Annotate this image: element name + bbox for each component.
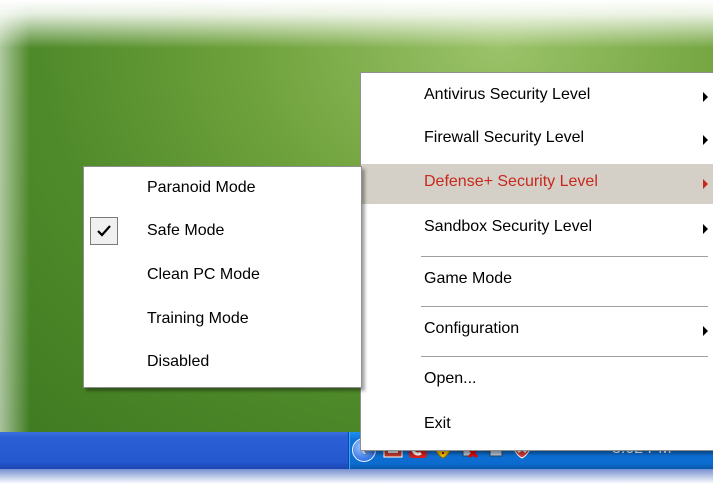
- submenu-item-label: Paranoid Mode: [147, 179, 256, 196]
- submenu-arrow-icon: [703, 92, 708, 102]
- defense-security-submenu: Paranoid Mode Safe Mode Clean PC Mode Tr…: [83, 166, 362, 388]
- submenu-arrow-icon: [703, 326, 708, 336]
- menu-item-label: Configuration: [424, 320, 520, 337]
- submenu-arrow-icon: [703, 224, 708, 234]
- menu-separator: [421, 356, 708, 358]
- menu-item-label: Open...: [424, 370, 477, 387]
- menu-item-label: Exit: [424, 415, 451, 432]
- menu-separator: [421, 256, 708, 258]
- submenu-item-training-mode[interactable]: Training Mode: [84, 301, 361, 341]
- menu-item-firewall-security-level[interactable]: Firewall Security Level: [361, 120, 713, 160]
- submenu-item-label: Training Mode: [147, 310, 249, 327]
- menu-item-open[interactable]: Open...: [361, 361, 713, 401]
- submenu-item-paranoid-mode[interactable]: Paranoid Mode: [84, 170, 361, 210]
- submenu-item-safe-mode[interactable]: Safe Mode: [84, 213, 361, 253]
- menu-item-label: Firewall Security Level: [424, 129, 585, 146]
- menu-item-label: Defense+ Security Level: [424, 173, 598, 190]
- menu-item-sandbox-security-level[interactable]: Sandbox Security Level: [361, 209, 713, 249]
- menu-item-label: Antivirus Security Level: [424, 86, 591, 103]
- submenu-item-clean-pc-mode[interactable]: Clean PC Mode: [84, 257, 361, 297]
- tray-context-menu: Antivirus Security Level Firewall Securi…: [360, 72, 713, 451]
- submenu-arrow-icon: [703, 179, 708, 189]
- menu-item-game-mode[interactable]: Game Mode: [361, 261, 713, 301]
- submenu-arrow-icon: [703, 135, 708, 145]
- submenu-item-label: Disabled: [147, 353, 210, 370]
- submenu-item-label: Safe Mode: [147, 222, 225, 239]
- menu-item-label: Sandbox Security Level: [424, 218, 593, 235]
- menu-separator: [421, 306, 708, 308]
- menu-item-exit[interactable]: Exit: [361, 406, 713, 446]
- menu-item-antivirus-security-level[interactable]: Antivirus Security Level: [361, 77, 713, 117]
- submenu-item-disabled[interactable]: Disabled: [84, 344, 361, 384]
- menu-item-defense-security-level[interactable]: Defense+ Security Level: [361, 164, 713, 204]
- checkmark-icon: [90, 217, 118, 245]
- submenu-item-label: Clean PC Mode: [147, 266, 260, 283]
- menu-item-label: Game Mode: [424, 270, 513, 287]
- menu-item-configuration[interactable]: Configuration: [361, 311, 713, 351]
